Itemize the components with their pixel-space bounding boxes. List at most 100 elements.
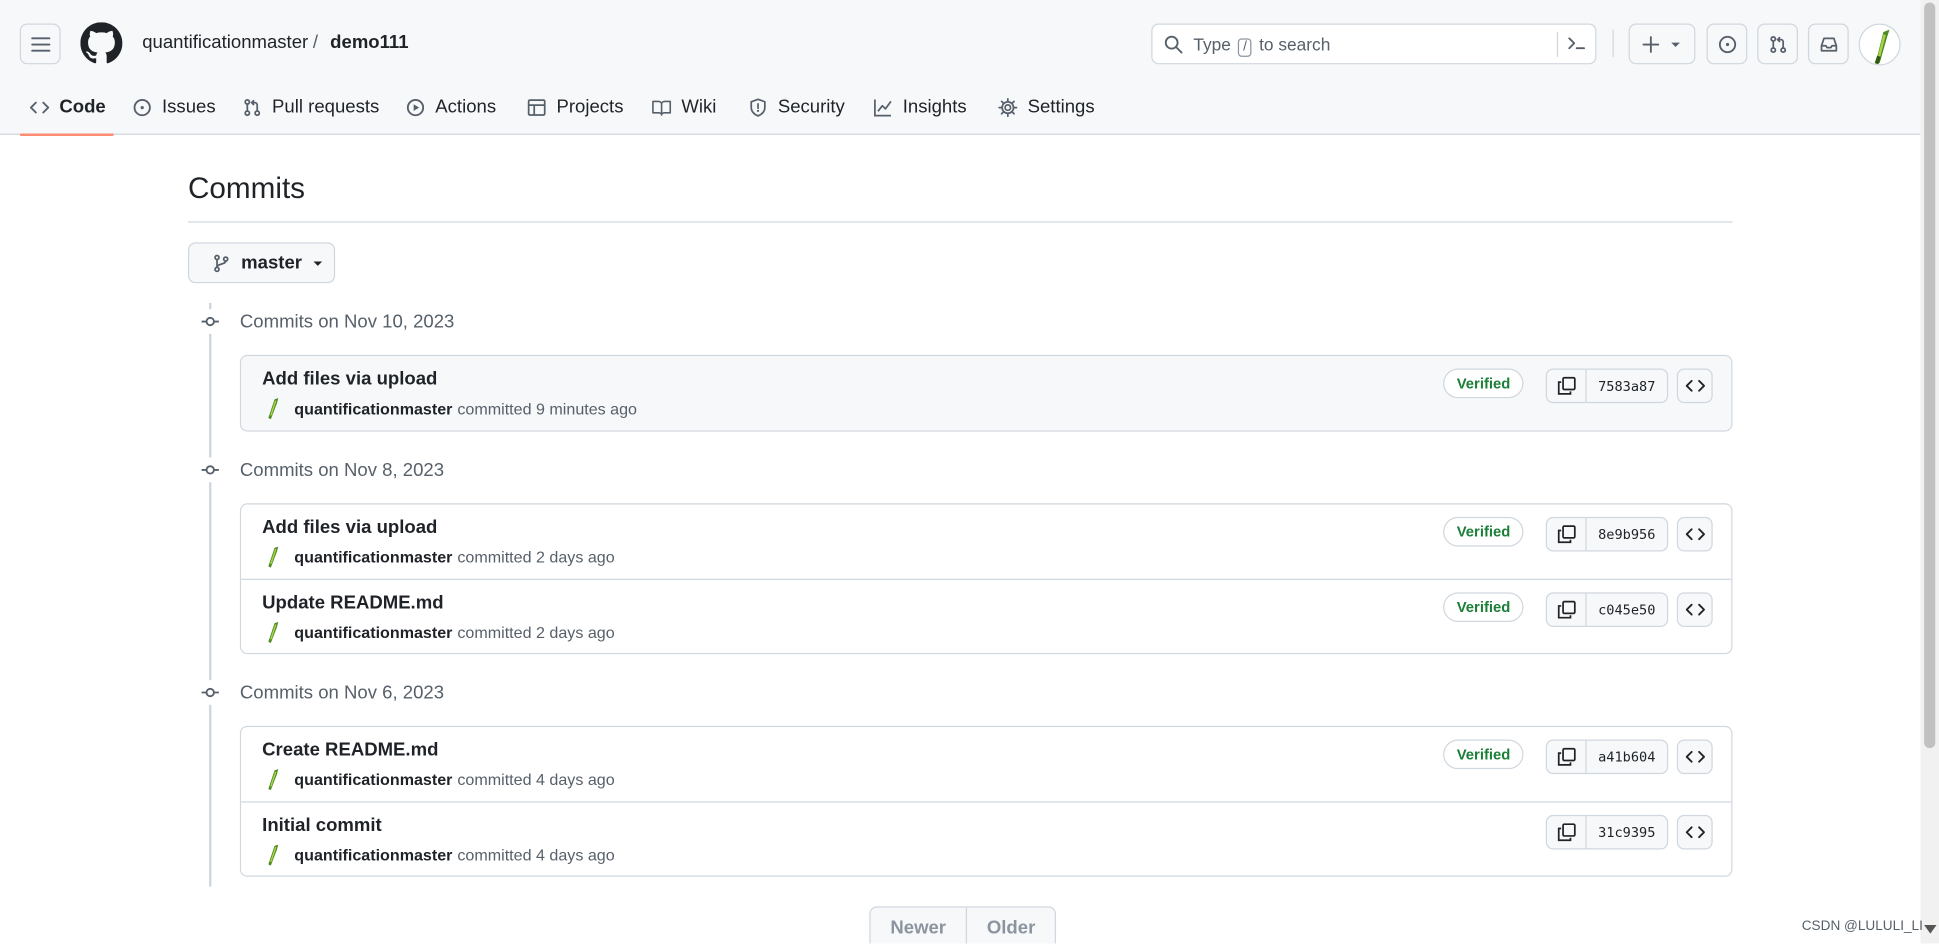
copy-sha-button[interactable] xyxy=(1547,740,1587,773)
author-avatar[interactable] xyxy=(262,621,282,644)
author-link[interactable]: quantificationmaster xyxy=(294,845,452,864)
git-commit-icon xyxy=(197,680,223,705)
copy-icon xyxy=(1557,525,1576,544)
tab-issues[interactable]: Issues xyxy=(132,79,216,135)
inbox-button[interactable] xyxy=(1807,23,1849,65)
triangle-down-icon xyxy=(313,260,323,266)
your-pull-requests-button[interactable] xyxy=(1757,23,1799,65)
commit-meta: quantificationmaster committed 2 days ag… xyxy=(262,621,615,644)
timeline-line xyxy=(208,302,212,887)
tab-actions[interactable]: Actions xyxy=(406,79,496,135)
commit-message-link[interactable]: Add files via upload xyxy=(262,369,437,390)
browse-repo-button[interactable] xyxy=(1676,814,1713,850)
pagination: Newer Older xyxy=(869,906,1057,944)
menu-button[interactable] xyxy=(19,23,61,65)
tab-settings[interactable]: Settings xyxy=(998,79,1095,135)
branch-name: master xyxy=(241,252,302,274)
breadcrumb-owner[interactable]: quantificationmaster xyxy=(142,32,308,53)
tab-projects[interactable]: Projects xyxy=(527,79,623,135)
copy-sha-button[interactable] xyxy=(1547,518,1587,551)
git-pull-request-icon xyxy=(1769,35,1786,53)
commit-message-link[interactable]: Add files via upload xyxy=(262,517,437,538)
commit-verb: committed xyxy=(457,398,532,418)
commit-sha-link[interactable]: 7583a87 xyxy=(1587,370,1667,402)
verified-badge[interactable]: Verified xyxy=(1443,516,1524,547)
active-tab-underline xyxy=(19,133,114,137)
commit-meta: quantificationmaster committed 4 days ag… xyxy=(262,843,615,866)
scroll-down-arrow-icon[interactable] xyxy=(1924,924,1937,934)
sha-button-group: 7583a87 xyxy=(1545,368,1669,404)
table-icon xyxy=(527,98,546,116)
commit-sha-link[interactable]: 8e9b956 xyxy=(1587,518,1667,550)
branch-selector-button[interactable]: master xyxy=(187,242,336,284)
your-issues-button[interactable] xyxy=(1706,23,1748,65)
author-link[interactable]: quantificationmaster xyxy=(294,770,452,789)
git-pull-request-icon xyxy=(244,98,261,116)
issue-opened-icon xyxy=(133,98,151,116)
watermark-text: CSDN @LULULI_LI xyxy=(1801,918,1923,934)
browse-repo-button[interactable] xyxy=(1676,592,1713,627)
copy-sha-button[interactable] xyxy=(1547,369,1587,402)
title-divider xyxy=(187,221,1733,223)
author-link[interactable]: quantificationmaster xyxy=(294,623,452,642)
page-scrollbar[interactable] xyxy=(1920,0,1939,944)
breadcrumb-separator: / xyxy=(312,32,319,54)
tab-security[interactable]: Security xyxy=(748,79,845,135)
browse-repo-button[interactable] xyxy=(1676,739,1713,775)
browse-repo-button[interactable] xyxy=(1676,516,1713,552)
commit-verb: committed xyxy=(457,845,532,864)
commit-message-link[interactable]: Update README.md xyxy=(262,592,443,613)
copy-sha-button[interactable] xyxy=(1547,593,1587,626)
verified-badge[interactable]: Verified xyxy=(1443,368,1524,399)
avatar-image-icon xyxy=(1874,29,1890,65)
commit-verb: committed xyxy=(457,547,532,566)
git-commit-icon xyxy=(197,457,223,483)
user-avatar[interactable] xyxy=(1858,23,1901,66)
commit-group-list: Add files via upload quantificationmaste… xyxy=(239,354,1733,432)
triangle-down-icon xyxy=(1671,42,1680,47)
commit-time: 2 days ago xyxy=(536,547,615,566)
author-avatar[interactable] xyxy=(262,768,282,791)
commit-sha-link[interactable]: a41b604 xyxy=(1587,741,1667,773)
tab-code[interactable]: Code xyxy=(29,79,106,135)
code-icon xyxy=(29,101,50,113)
commit-row: Update README.md quantificationmaster co… xyxy=(241,578,1732,653)
commit-message-link[interactable]: Initial commit xyxy=(262,815,382,836)
newer-button[interactable]: Newer xyxy=(871,908,966,944)
commit-row: Add files via upload quantificationmaste… xyxy=(241,356,1732,431)
github-logo-icon[interactable] xyxy=(80,22,123,64)
commit-sha-link[interactable]: c045e50 xyxy=(1587,594,1667,626)
header-divider xyxy=(1612,29,1614,57)
search-placeholder: Type / to search xyxy=(1193,35,1330,57)
search-shortcut-key: / xyxy=(1238,38,1252,57)
author-link[interactable]: quantificationmaster xyxy=(294,399,452,418)
scrollbar-thumb[interactable] xyxy=(1924,2,1936,749)
older-button[interactable]: Older xyxy=(965,907,1055,944)
author-avatar[interactable] xyxy=(262,397,282,420)
tab-insights[interactable]: Insights xyxy=(873,79,967,135)
tab-pull-requests[interactable]: Pull requests xyxy=(242,79,379,135)
commit-message-link[interactable]: Create README.md xyxy=(262,739,438,760)
commit-sha-link[interactable]: 31c9395 xyxy=(1587,816,1667,848)
breadcrumb-repo[interactable]: demo111 xyxy=(330,32,408,53)
play-icon xyxy=(406,98,425,116)
author-avatar[interactable] xyxy=(262,545,282,568)
tab-wiki[interactable]: Wiki xyxy=(652,79,716,135)
author-avatar[interactable] xyxy=(262,843,282,866)
copy-icon xyxy=(1557,376,1576,395)
commit-row: Create README.md quantificationmaster co… xyxy=(241,727,1732,802)
author-link[interactable]: quantificationmaster xyxy=(294,547,452,566)
commit-group-header: Commits on Nov 6, 2023 xyxy=(197,679,444,706)
copy-sha-button[interactable] xyxy=(1547,816,1587,849)
command-palette-icon[interactable] xyxy=(1567,33,1587,53)
verified-badge[interactable]: Verified xyxy=(1443,592,1524,623)
commit-time: 9 minutes ago xyxy=(536,398,638,418)
commit-time: 4 days ago xyxy=(536,769,615,789)
create-new-button[interactable] xyxy=(1628,23,1696,65)
search-icon xyxy=(1164,35,1183,54)
inbox-icon xyxy=(1820,36,1837,51)
search-input[interactable]: Type / to search xyxy=(1151,23,1597,65)
code-icon xyxy=(1685,603,1705,616)
verified-badge[interactable]: Verified xyxy=(1443,739,1524,770)
browse-repo-button[interactable] xyxy=(1676,368,1713,404)
